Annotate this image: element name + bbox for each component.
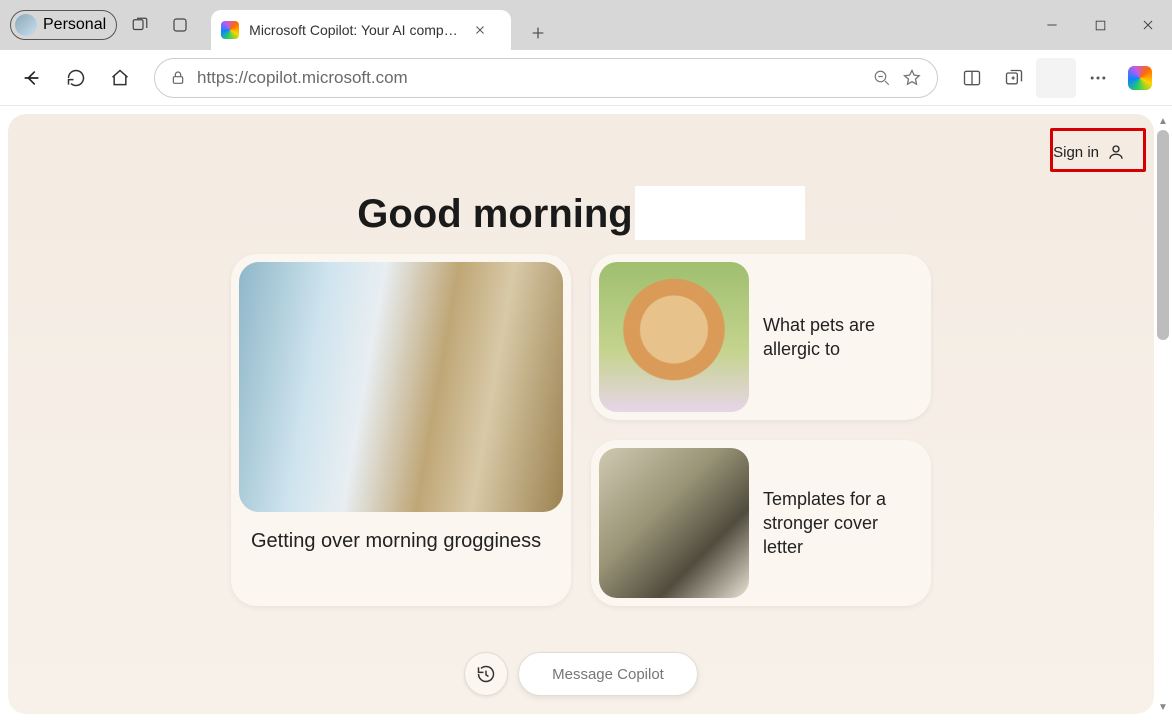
scroll-thumb[interactable] — [1157, 130, 1169, 340]
card-caption: Templates for a stronger cover letter — [749, 487, 923, 560]
tab-title: Microsoft Copilot: Your AI compan — [249, 22, 459, 38]
maximize-button[interactable] — [1076, 5, 1124, 45]
extensions-placeholder[interactable] — [1036, 58, 1076, 98]
sign-in-button[interactable]: Sign in — [1040, 134, 1138, 170]
redaction-mask — [635, 186, 805, 240]
new-tab-button[interactable] — [521, 16, 555, 50]
message-input[interactable]: Message Copilot — [518, 652, 698, 696]
zoom-out-icon[interactable] — [867, 69, 897, 87]
refresh-button[interactable] — [56, 58, 96, 98]
address-bar[interactable] — [154, 58, 938, 98]
card-image-curtains — [239, 262, 563, 512]
window-controls — [1028, 5, 1172, 45]
browser-tab[interactable]: Microsoft Copilot: Your AI compan — [211, 10, 511, 50]
favorite-star-icon[interactable] — [897, 68, 927, 88]
card-caption: What pets are allergic to — [749, 313, 923, 362]
suggestion-card-cover-letter[interactable]: Templates for a stronger cover letter — [591, 440, 931, 606]
split-screen-icon[interactable] — [952, 58, 992, 98]
vertical-scrollbar[interactable]: ▲ ▼ — [1156, 114, 1170, 714]
history-button[interactable] — [464, 652, 508, 696]
suggestion-card-large[interactable]: Getting over morning grogginess — [231, 254, 571, 606]
collections-icon[interactable] — [994, 58, 1034, 98]
home-button[interactable] — [100, 58, 140, 98]
profile-avatar — [15, 14, 37, 36]
message-placeholder: Message Copilot — [552, 666, 664, 683]
user-icon — [1107, 143, 1125, 161]
sign-in-label: Sign in — [1053, 144, 1099, 161]
suggestion-card-pets[interactable]: What pets are allergic to — [591, 254, 931, 420]
url-input[interactable] — [191, 68, 867, 88]
tab-actions-icon[interactable] — [163, 8, 197, 42]
copilot-logo-icon — [1128, 66, 1152, 90]
workspaces-icon[interactable] — [123, 8, 157, 42]
settings-more-icon[interactable] — [1078, 58, 1118, 98]
browser-toolbar — [0, 50, 1172, 106]
history-icon — [476, 664, 496, 684]
copilot-sidebar-button[interactable] — [1120, 58, 1160, 98]
site-info-lock-icon[interactable] — [165, 70, 191, 86]
titlebar: Personal Microsoft Copilot: Your AI comp… — [0, 0, 1172, 50]
copilot-favicon — [221, 21, 239, 39]
copilot-page: Sign in Good morning Getting over mornin… — [8, 114, 1154, 714]
scroll-down-icon[interactable]: ▼ — [1156, 700, 1170, 714]
page-viewport: Sign in Good morning Getting over mornin… — [0, 106, 1172, 722]
compose-bar: Message Copilot — [464, 652, 698, 696]
greeting-heading: Good morning — [357, 192, 633, 240]
tab-close-icon[interactable] — [469, 19, 491, 41]
card-image-plant — [599, 448, 749, 598]
window-close-button[interactable] — [1124, 5, 1172, 45]
suggestion-cards: Getting over morning grogginess What pet… — [231, 254, 931, 606]
card-image-dog — [599, 262, 749, 412]
scroll-up-icon[interactable]: ▲ — [1156, 114, 1170, 128]
tab-strip: Microsoft Copilot: Your AI compan — [211, 0, 555, 50]
minimize-button[interactable] — [1028, 5, 1076, 45]
profile-switcher[interactable]: Personal — [10, 10, 117, 40]
back-button[interactable] — [12, 58, 52, 98]
card-caption: Getting over morning grogginess — [239, 512, 563, 572]
profile-label: Personal — [43, 16, 106, 34]
